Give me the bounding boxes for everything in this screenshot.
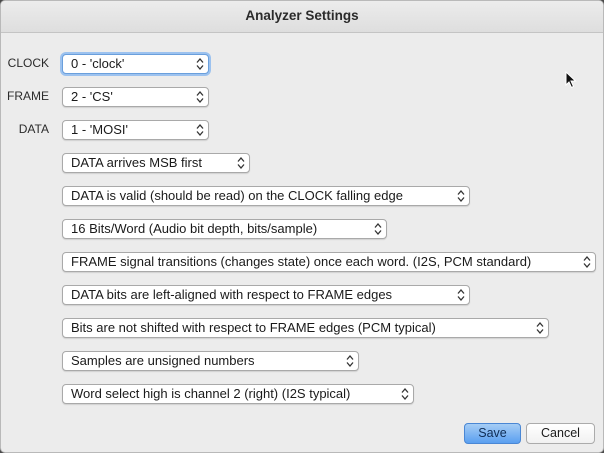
clock-channel-value: 0 - 'clock' [71, 56, 125, 71]
alignment-select[interactable]: DATA bits are left-aligned with respect … [62, 285, 470, 305]
alignment-value: DATA bits are left-aligned with respect … [71, 287, 393, 302]
frame-channel-select[interactable]: 2 - 'CS' [62, 87, 209, 107]
bit-order-select[interactable]: DATA arrives MSB first [62, 153, 250, 173]
frame-label: FRAME [7, 89, 49, 103]
data-channel-value: 1 - 'MOSI' [71, 122, 128, 137]
chevron-up-down-icon [196, 89, 204, 105]
title-bar: Analyzer Settings [1, 1, 603, 33]
chevron-up-down-icon [346, 353, 354, 369]
chevron-up-down-icon [536, 320, 544, 336]
data-label: DATA [18, 122, 49, 136]
save-button[interactable]: Save [464, 423, 521, 444]
shift-value: Bits are not shifted with respect to FRA… [71, 320, 436, 335]
chevron-up-down-icon [583, 254, 591, 270]
frame-channel-value: 2 - 'CS' [71, 89, 113, 104]
frame-type-value: FRAME signal transitions (changes state)… [71, 254, 532, 269]
bits-per-word-value: 16 Bits/Word (Audio bit depth, bits/samp… [71, 221, 318, 236]
clock-channel-select[interactable]: 0 - 'clock' [62, 54, 209, 74]
analyzer-settings-dialog: Analyzer Settings CLOCK 0 - 'clock' FRAM… [0, 0, 604, 453]
chevron-up-down-icon [457, 287, 465, 303]
clock-edge-value: DATA is valid (should be read) on the CL… [71, 188, 403, 203]
cancel-button[interactable]: Cancel [526, 423, 595, 444]
word-select-value: Word select high is channel 2 (right) (I… [71, 386, 351, 401]
bit-order-value: DATA arrives MSB first [71, 155, 202, 170]
clock-edge-select[interactable]: DATA is valid (should be read) on the CL… [62, 186, 470, 206]
signedness-value: Samples are unsigned numbers [71, 353, 255, 368]
chevron-up-down-icon [237, 155, 245, 171]
chevron-up-down-icon [457, 188, 465, 204]
shift-select[interactable]: Bits are not shifted with respect to FRA… [62, 318, 549, 338]
bits-per-word-select[interactable]: 16 Bits/Word (Audio bit depth, bits/samp… [62, 219, 387, 239]
signedness-select[interactable]: Samples are unsigned numbers [62, 351, 359, 371]
chevron-up-down-icon [401, 386, 409, 402]
chevron-up-down-icon [196, 56, 204, 72]
chevron-up-down-icon [374, 221, 382, 237]
chevron-up-down-icon [196, 122, 204, 138]
frame-type-select[interactable]: FRAME signal transitions (changes state)… [62, 252, 596, 272]
dialog-title: Analyzer Settings [245, 8, 359, 23]
mouse-pointer-icon [565, 70, 577, 94]
data-channel-select[interactable]: 1 - 'MOSI' [62, 120, 209, 140]
clock-label: CLOCK [7, 56, 49, 70]
word-select-select[interactable]: Word select high is channel 2 (right) (I… [62, 384, 414, 404]
